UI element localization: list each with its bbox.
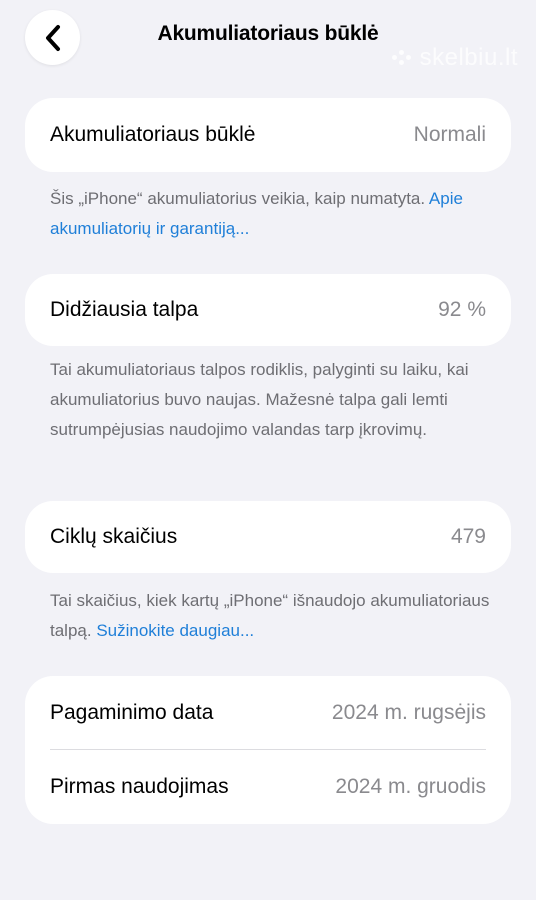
first-use-value: 2024 m. gruodis — [335, 775, 486, 798]
cycle-count-row: Ciklų skaičius 479 — [50, 501, 486, 573]
max-capacity-card: Didžiausia talpa 92 % — [25, 274, 511, 346]
page-title: Akumuliatoriaus būklė — [157, 22, 379, 45]
max-capacity-note-text: Tai akumuliatoriaus talpos rodiklis, pal… — [50, 360, 469, 439]
battery-health-card: Akumuliatoriaus būklė Normali — [25, 98, 511, 172]
cycle-count-value: 479 — [450, 525, 486, 548]
cycle-count-label: Ciklų skaičius — [50, 525, 178, 548]
first-use-label: Pirmas naudojimas — [50, 775, 229, 798]
navigation-bar: Akumuliatoriaus būklė skelbiu.lt — [0, 0, 536, 76]
watermark: skelbiu.lt — [391, 44, 518, 72]
dates-card: Pagaminimo data 2024 m. rugsėjis Pirmas … — [25, 676, 511, 824]
watermark-text: skelbiu.lt — [419, 44, 518, 71]
battery-health-label: Akumuliatoriaus būklė — [50, 123, 256, 146]
max-capacity-value: 92 % — [438, 298, 486, 321]
first-use-row: Pirmas naudojimas 2024 m. gruodis — [50, 751, 486, 823]
max-capacity-row: Didžiausia talpa 92 % — [50, 274, 486, 346]
row-divider — [50, 749, 486, 750]
cycle-count-card: Ciklų skaičius 479 — [25, 501, 511, 573]
manufacture-date-value: 2024 m. rugsėjis — [331, 701, 486, 724]
learn-more-link[interactable]: Sužinokite daugiau... — [96, 621, 254, 640]
battery-health-value: Normali — [413, 123, 486, 146]
max-capacity-note: Tai akumuliatoriaus talpos rodiklis, pal… — [50, 355, 490, 445]
battery-health-note: Šis „iPhone“ akumuliatorius veikia, kaip… — [50, 184, 490, 244]
battery-health-note-text: Šis „iPhone“ akumuliatorius veikia, kaip… — [50, 189, 429, 208]
watermark-dots-icon — [391, 50, 414, 66]
manufacture-date-label: Pagaminimo data — [50, 701, 214, 724]
max-capacity-label: Didžiausia talpa — [50, 298, 199, 321]
manufacture-date-row: Pagaminimo data 2024 m. rugsėjis — [50, 677, 486, 749]
battery-health-row: Akumuliatoriaus būklė Normali — [50, 99, 486, 171]
cycle-count-note: Tai skaičius, kiek kartų „iPhone“ išnaud… — [50, 586, 490, 646]
